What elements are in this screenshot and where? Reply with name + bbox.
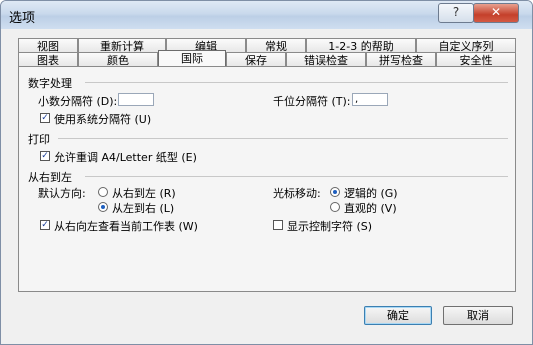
show-control-characters-checkbox[interactable] [273,220,283,230]
close-button[interactable]: ✕ [473,3,519,23]
use-system-separators-label: 使用系统分隔符 (U) [54,113,152,126]
printing-heading: 打印 [28,133,50,146]
logical-radio[interactable] [330,187,340,197]
right-to-left-heading: 从右到左 [28,171,72,184]
watermark-logo [431,303,527,327]
logical-option-label: 逻辑的 (G) [344,187,398,200]
tab-international[interactable]: 国际 [158,50,226,67]
allow-resize-checkbox[interactable]: ✓ [40,151,50,161]
tab-spelling[interactable]: 拼写检查 [366,52,436,67]
section-divider [85,82,508,83]
visual-option-label: 直观的 (V) [344,202,397,215]
cursor-movement-label: 光标移动: [273,187,321,200]
right-to-left-radio[interactable] [98,187,108,197]
allow-resize-label: 允许重调 A4/Letter 纸型 (E) [54,151,197,164]
decimal-separator-input[interactable] [118,93,154,106]
tab-general[interactable]: 常规 [246,38,306,53]
left-to-right-radio[interactable] [98,202,108,212]
right-to-left-option-label: 从右到左 (R) [112,187,176,200]
view-current-sheet-rtl-label: 从右向左查看当前工作表 (W) [54,220,198,233]
tab-view[interactable]: 视图 [18,38,78,53]
visual-radio[interactable] [330,202,340,212]
window-title: 选项 [9,11,36,26]
number-handling-heading: 数字处理 [28,77,72,90]
options-dialog: 选项 ? ✕ 视图 重新计算 编辑 常规 1-2-3 的帮助 自定义序列 图表 … [0,0,533,345]
section-divider [85,176,508,177]
help-button[interactable]: ? [438,3,474,23]
view-current-sheet-rtl-checkbox[interactable]: ✓ [40,220,50,230]
title-bar[interactable]: 选项 ? ✕ [1,1,532,29]
use-system-separators-checkbox[interactable]: ✓ [40,113,50,123]
thousands-separator-input[interactable]: , [352,93,388,106]
section-divider [58,138,508,139]
thousands-separator-label: 千位分隔符 (T): [273,95,351,108]
decimal-separator-label: 小数分隔符 (D): [38,95,118,108]
tab-chart[interactable]: 图表 [18,52,78,67]
tab-security[interactable]: 安全性 [436,52,516,67]
tab-error-checking[interactable]: 错误检查 [286,52,366,67]
tab-color[interactable]: 颜色 [78,52,158,67]
tab-lotus-help[interactable]: 1-2-3 的帮助 [306,38,416,53]
tab-recalculation[interactable]: 重新计算 [78,38,166,53]
tab-save[interactable]: 保存 [226,52,286,67]
show-control-characters-label: 显示控制字符 (S) [287,220,373,233]
left-to-right-option-label: 从左到右 (L) [112,202,175,215]
tab-custom-lists[interactable]: 自定义序列 [416,38,516,53]
default-direction-label: 默认方向: [38,187,86,200]
ok-button[interactable]: 确定 [364,306,432,325]
